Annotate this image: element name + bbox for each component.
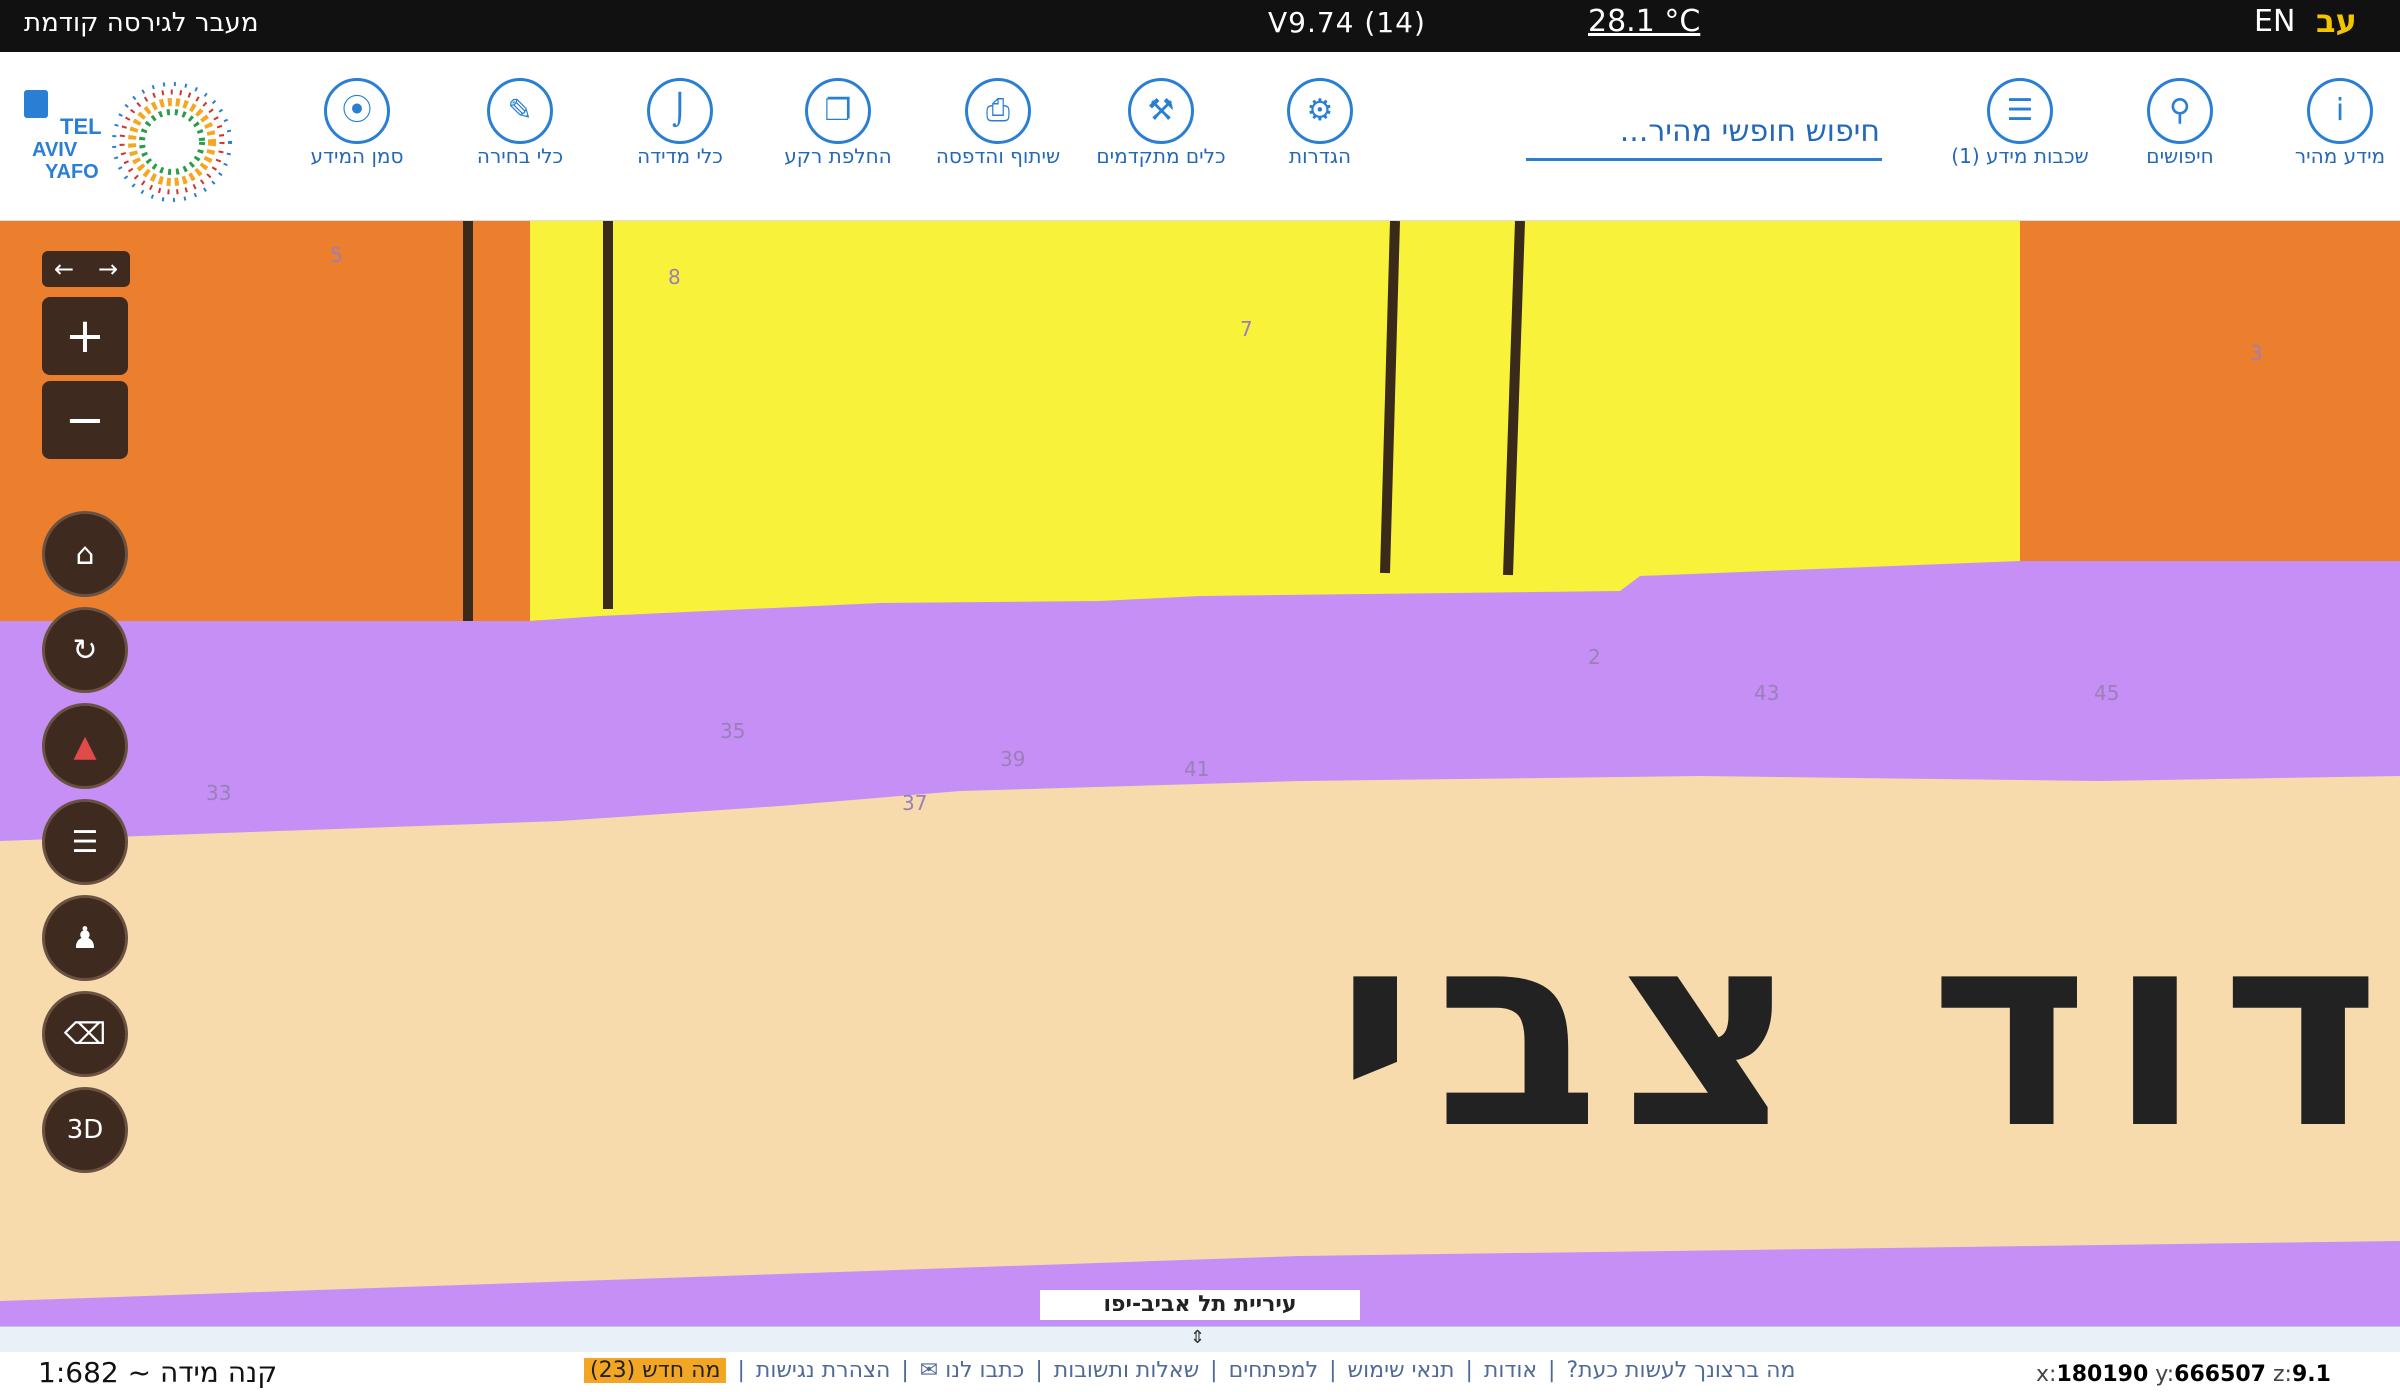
eraser-button[interactable]: ⌫	[42, 991, 128, 1077]
language-he-button[interactable]: עב	[2316, 2, 2357, 40]
quick-info-button[interactable]: i מידע מהיר	[2265, 78, 2400, 168]
search-icon: ⚲	[2147, 78, 2213, 144]
footer-links: מה ברצונך לעשות כעת? | אודות | תנאי שימו…	[580, 1358, 1799, 1383]
layers-button[interactable]: ☰ שכבות מידע (1)	[1945, 78, 2095, 168]
refresh-icon: ↻	[72, 632, 98, 668]
info-icon: i	[2307, 78, 2373, 144]
home-icon: ⌂	[75, 536, 95, 572]
coord-x: 180190	[2056, 1362, 2149, 1387]
previous-version-link[interactable]: מעבר לגירסה קודמת	[24, 8, 258, 38]
map-number-label: 5	[330, 243, 343, 267]
map-number-label: 33	[206, 781, 232, 805]
advanced-tools-button[interactable]: ⚒ כלים מתקדמים	[1086, 78, 1236, 168]
map-number-label: 45	[2094, 681, 2120, 705]
street-label: דוד צבי	[1335, 873, 2400, 1188]
zoom-out-button[interactable]: −	[42, 381, 128, 459]
footer-link-developers[interactable]: למפתחים	[1229, 1358, 1319, 1383]
quick-search-input[interactable]	[1526, 104, 1882, 161]
yellow-parcel	[530, 221, 2020, 621]
footer-link-what-to-do[interactable]: מה ברצונך לעשות כעת?	[1566, 1358, 1795, 1383]
splitter-grip-icon[interactable]: ⇕	[1190, 1327, 1205, 1348]
select-icon: ✎	[487, 78, 553, 144]
bottom-bar: קנה מידה ~ 1:682 מה ברצונך לעשות כעת? | …	[0, 1352, 2400, 1392]
map-canvas[interactable]: 5 8 7 3 2 43 45 35 39 41 33 37 דוד צבי ←…	[0, 221, 2400, 1326]
whats-new-badge[interactable]: מה חדש (23)	[584, 1358, 727, 1383]
layers-icon: ☰	[1987, 78, 2053, 144]
language-en-button[interactable]: EN	[2254, 4, 2295, 39]
map-number-label: 41	[1184, 757, 1210, 781]
panel-splitter[interactable]: ⇕	[0, 1326, 2400, 1353]
share-print-button[interactable]: ⎙ שיתוף והדפסה	[923, 78, 1073, 168]
back-arrow-icon[interactable]: ←	[54, 255, 74, 283]
temperature-link[interactable]: 28.1 °C	[1588, 4, 1700, 39]
map-number-label: 39	[1000, 747, 1026, 771]
basemap-icon: ❐	[805, 78, 871, 144]
main-toolbar: TEL AVIV YAFO i מידע מהיר ⚲ חיפושים ☰ שכ…	[0, 52, 2400, 221]
pin-icon: ⦿	[324, 78, 390, 144]
svg-text:YAFO: YAFO	[45, 161, 99, 183]
svg-text:TEL: TEL	[60, 114, 102, 139]
person-icon: ♟	[71, 920, 99, 956]
map-number-label: 43	[1754, 681, 1780, 705]
searches-button[interactable]: ⚲ חיפושים	[2105, 78, 2255, 168]
list-icon: ☰	[71, 824, 99, 860]
refresh-button[interactable]: ↻	[42, 607, 128, 693]
tools-icon: ⚒	[1128, 78, 1194, 144]
compass-button[interactable]: ▲	[42, 703, 128, 789]
eraser-icon: ⌫	[63, 1016, 107, 1052]
footer-link-about[interactable]: אודות	[1484, 1358, 1537, 1383]
map-number-label: 8	[668, 265, 681, 289]
coordinates-readout: x:180190 y:666507 z:9.1	[2036, 1362, 2331, 1387]
street-view-button[interactable]: ♟	[42, 895, 128, 981]
compass-icon: ▲	[73, 728, 97, 764]
footer-link-faq[interactable]: שאלות ותשובות	[1054, 1358, 1199, 1383]
settings-button[interactable]: ⚙ הגדרות	[1245, 78, 1395, 168]
coord-z: 9.1	[2291, 1362, 2331, 1387]
measure-tools-button[interactable]: ⌡ כלי מדידה	[605, 78, 755, 168]
map-number-label: 2	[1588, 645, 1601, 669]
map-number-label: 35	[720, 719, 746, 743]
city-attribution: עיריית תל אביב-יפו	[1040, 1290, 1360, 1320]
footer-link-contact[interactable]: כתבו לנו ✉	[920, 1358, 1025, 1383]
footer-link-terms[interactable]: תנאי שימוש	[1348, 1358, 1455, 1383]
map-number-label: 3	[2250, 341, 2263, 365]
history-nav[interactable]: ← →	[42, 251, 130, 287]
3d-button[interactable]: 3D	[42, 1087, 128, 1173]
zoom-in-button[interactable]: +	[42, 297, 128, 375]
version-label: V9.74 (14)	[1268, 6, 1426, 39]
change-basemap-button[interactable]: ❐ החלפת רקע	[763, 78, 913, 168]
gear-icon: ⚙	[1287, 78, 1353, 144]
map-scale: קנה מידה ~ 1:682	[38, 1356, 278, 1389]
tel-aviv-logo[interactable]: TEL AVIV YAFO	[20, 82, 250, 202]
coord-y: 666507	[2174, 1362, 2266, 1387]
legend-button[interactable]: ☰	[42, 799, 128, 885]
map-number-label: 7	[1240, 317, 1253, 341]
top-bar: מעבר לגירסה קודמת V9.74 (14) 28.1 °C EN …	[0, 0, 2400, 52]
info-marker-button[interactable]: ⦿ סמן המידע	[282, 78, 432, 168]
logo-burst-icon	[112, 82, 232, 202]
map-number-label: 37	[902, 791, 928, 815]
home-button[interactable]: ⌂	[42, 511, 128, 597]
forward-arrow-icon[interactable]: →	[98, 255, 118, 283]
ruler-icon: ⌡	[647, 78, 713, 144]
orange-parcel-right	[2020, 221, 2400, 561]
svg-text:AVIV: AVIV	[32, 139, 78, 161]
footer-link-accessibility[interactable]: הצהרת נגישות	[756, 1358, 891, 1383]
print-icon: ⎙	[965, 78, 1031, 144]
select-tools-button[interactable]: ✎ כלי בחירה	[445, 78, 595, 168]
